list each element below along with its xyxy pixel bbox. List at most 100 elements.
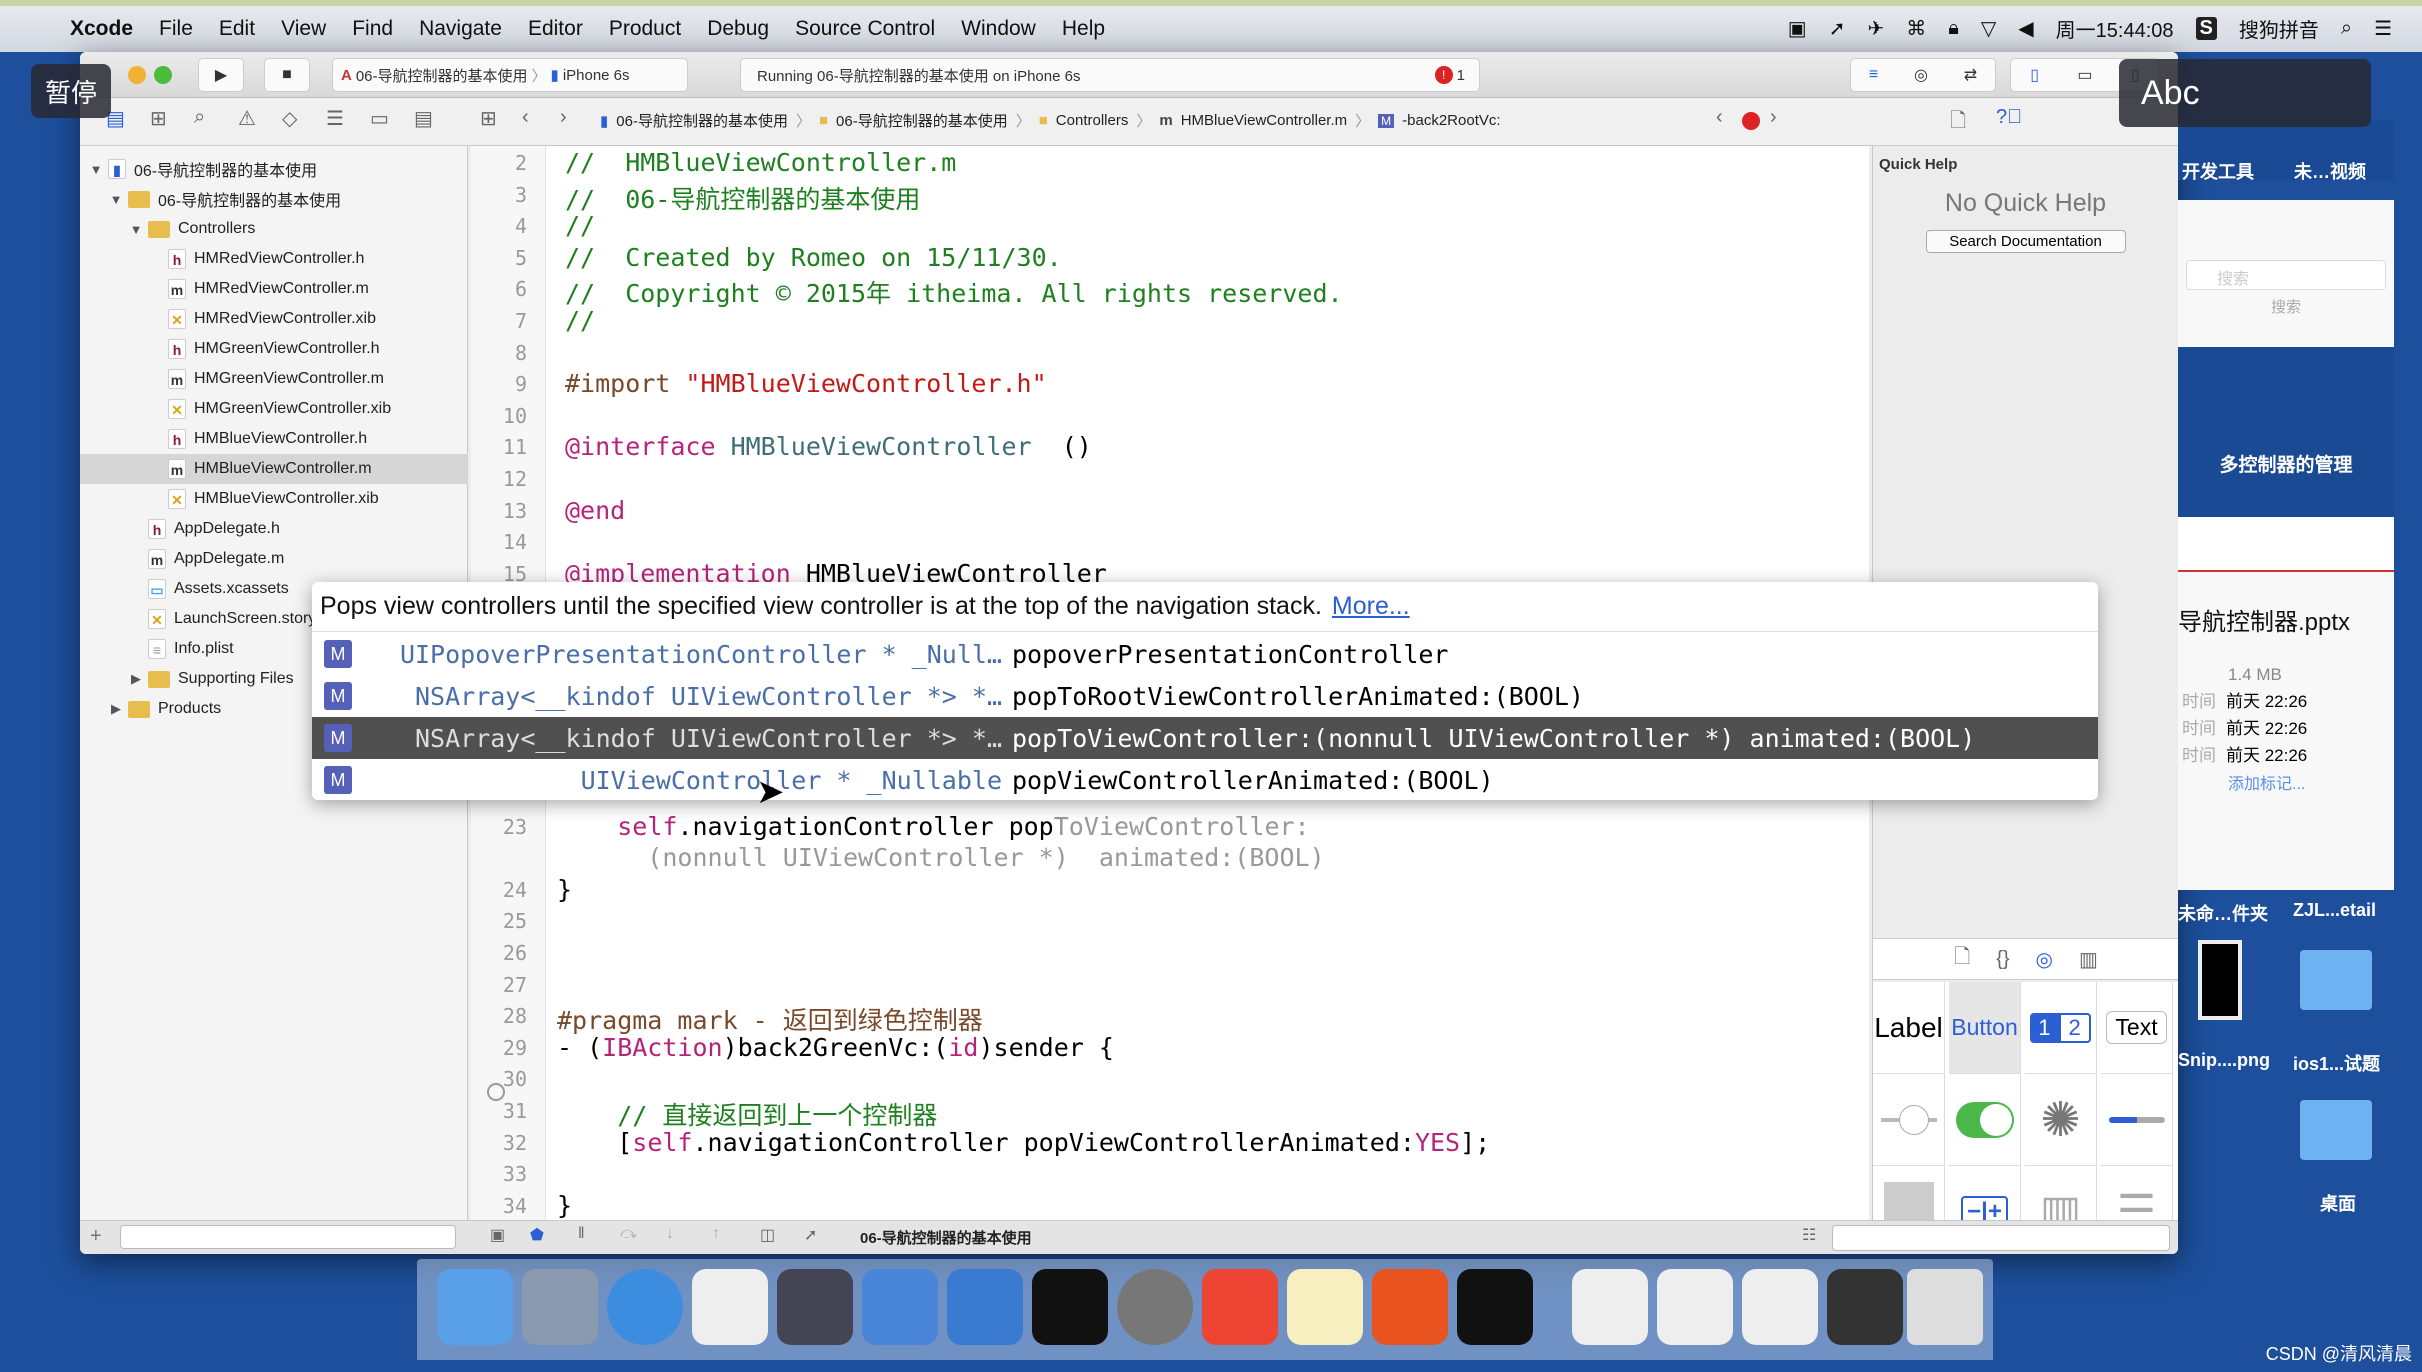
previous-issue-icon[interactable]: ‹ <box>1716 106 1723 129</box>
dock-launchpad-icon[interactable] <box>522 1269 598 1345</box>
file-template-library-icon[interactable]: 🗋︎ <box>1954 942 1970 976</box>
menu-help[interactable]: Help <box>1062 17 1105 41</box>
disclosure-open-icon[interactable]: ▼ <box>128 222 144 237</box>
find-navigator-icon[interactable]: ⌕ <box>194 106 205 129</box>
dock-trash-icon[interactable] <box>1907 1269 1983 1345</box>
menu-file[interactable]: File <box>159 17 193 41</box>
next-issue-icon[interactable]: › <box>1770 106 1777 129</box>
navigator-item[interactable]: h HMRedViewController.h <box>80 244 468 274</box>
wifi-icon[interactable]: ▽ <box>1981 16 1996 41</box>
bluetooth-icon[interactable]: ⌘ <box>1906 16 1926 41</box>
dock-xcode-icon[interactable] <box>862 1269 938 1345</box>
code-line[interactable]: - (IBAction)back2GreenVc:(id)sender { <box>557 1033 1114 1062</box>
search-documentation-button[interactable]: Search Documentation <box>1925 230 2126 253</box>
breakpoints-toggle-icon[interactable]: ⬟ <box>530 1225 544 1245</box>
media-library-icon[interactable]: ▥ <box>2079 947 2098 972</box>
navigator-item[interactable]: ▼ ▮ 06-导航控制器的基本使用 <box>80 154 468 184</box>
issue-indicator-icon[interactable] <box>1742 112 1760 130</box>
report-navigator-icon[interactable]: ▤ <box>414 106 433 131</box>
library-item-activity-indicator[interactable]: ✺ <box>2025 1074 2097 1166</box>
tag-dev-tools[interactable]: 开发工具 <box>2182 158 2254 184</box>
completion-item[interactable]: M UIViewController * _Nullable popViewCont… <box>312 759 2098 800</box>
dock-mouse-app-icon[interactable] <box>692 1269 768 1345</box>
desktop-item[interactable]: 桌面 <box>2320 1190 2356 1216</box>
step-out-icon[interactable]: ↑ <box>712 1225 720 1243</box>
dock-powerpoint-icon[interactable] <box>1372 1269 1448 1345</box>
object-library-icon[interactable]: ◎ <box>2036 947 2053 972</box>
related-items-icon[interactable]: ⊞ <box>480 106 497 131</box>
lock-icon[interactable]: 🔒︎ <box>1948 17 1959 40</box>
debug-navigator-icon[interactable]: ☰ <box>326 106 344 131</box>
navigator-filter-input[interactable] <box>120 1225 456 1249</box>
library-item-slider[interactable] <box>1873 1074 1945 1166</box>
navigator-item[interactable]: ✕ HMGreenViewController.xib <box>80 394 468 424</box>
code-line[interactable]: // Created by Romeo on 15/11/30. <box>565 243 1062 272</box>
breadcrumb-method[interactable]: -back2RootVc: <box>1402 112 1500 129</box>
navigator-item[interactable]: ▼ 06-导航控制器的基本使用 <box>80 184 468 214</box>
input-method-icon[interactable]: S <box>2195 17 2217 40</box>
navigator-item[interactable]: m AppDelegate.m <box>80 544 468 574</box>
breadcrumb-group[interactable]: 06-导航控制器的基本使用 <box>836 110 1008 131</box>
dock-safari-icon[interactable] <box>607 1269 683 1345</box>
code-line[interactable]: // HMBlueViewController.m <box>565 148 956 177</box>
library-item-progress-view[interactable] <box>2101 1074 2173 1166</box>
code-line[interactable]: // 06-导航控制器的基本使用 <box>565 180 920 216</box>
library-item-button[interactable]: Button <box>1949 982 2021 1074</box>
run-button[interactable]: ▶ <box>198 58 244 92</box>
code-line[interactable]: @interface HMBlueViewController () <box>565 432 1092 461</box>
code-line[interactable]: // 直接返回到上一个控制器 <box>557 1096 937 1132</box>
navigator-item[interactable]: h AppDelegate.h <box>80 514 468 544</box>
code-line[interactable]: self.navigationController popToViewContr… <box>557 812 1309 841</box>
code-line[interactable]: // <box>565 306 595 335</box>
disclosure-open-icon[interactable]: ▼ <box>108 192 124 207</box>
code-line[interactable]: // Copyright © 2015年 itheima. All rights… <box>565 274 1343 310</box>
code-line[interactable]: #import "HMBlueViewController.h" <box>565 369 1047 398</box>
code-line[interactable]: } <box>557 1191 572 1220</box>
completion-item[interactable]: M NSArray<__kindof UIViewController *> *…… <box>312 675 2098 717</box>
back-icon[interactable]: ‹ <box>522 106 529 129</box>
file-inspector-icon[interactable]: 🗋︎ <box>1950 106 1966 140</box>
dock-instruments-icon[interactable] <box>947 1269 1023 1345</box>
library-item-text-field[interactable]: Text <box>2101 982 2173 1074</box>
minimize-button[interactable] <box>128 66 146 84</box>
completion-item[interactable]: M UIPopoverPresentationController * _Null… <box>312 633 2098 675</box>
add-file-icon[interactable]: + <box>90 1225 102 1248</box>
navigator-item[interactable]: ✕ HMRedViewController.xib <box>80 304 468 334</box>
code-line[interactable]: } <box>557 875 572 904</box>
breadcrumb-file[interactable]: HMBlueViewController.m <box>1181 112 1347 129</box>
menu-editor[interactable]: Editor <box>528 17 583 41</box>
simulate-location-icon[interactable]: ➚ <box>804 1225 817 1245</box>
library-list-view-icon[interactable]: ☷ <box>1802 1225 1816 1245</box>
library-item-label[interactable]: Label <box>1873 982 1945 1074</box>
navigator-item[interactable]: m HMRedViewController.m <box>80 274 468 304</box>
airplane-icon[interactable]: ✈ <box>1867 16 1884 41</box>
dock-console-icon[interactable] <box>1457 1269 1533 1345</box>
code-line[interactable]: // <box>565 211 595 240</box>
dock-imovie-icon[interactable] <box>777 1269 853 1345</box>
menu-debug[interactable]: Debug <box>707 17 769 41</box>
completion-item[interactable]: M NSArray<__kindof UIViewController *> *…… <box>312 717 2098 759</box>
folder-icon[interactable] <box>2300 950 2372 1010</box>
dock-notes-icon[interactable] <box>1287 1269 1363 1345</box>
png-file-icon[interactable] <box>2198 940 2242 1020</box>
menu-source-control[interactable]: Source Control <box>795 17 935 41</box>
dock-document-icon[interactable] <box>1742 1269 1818 1345</box>
location-icon[interactable]: ➚ <box>1829 16 1846 41</box>
breakpoint-navigator-icon[interactable]: ▭ <box>370 106 389 131</box>
volume-icon[interactable]: ◀ <box>2018 16 2033 41</box>
folder-icon[interactable] <box>2300 1100 2372 1160</box>
navigator-item[interactable]: m HMBlueViewController.m <box>80 454 468 484</box>
add-tag-link[interactable]: 添加标记... <box>2228 770 2394 794</box>
dock-terminal-icon[interactable] <box>1032 1269 1108 1345</box>
menu-xcode[interactable]: Xcode <box>70 17 133 41</box>
menu-window[interactable]: Window <box>961 17 1036 41</box>
disclosure-open-icon[interactable]: ▼ <box>88 162 104 177</box>
dock-finder-icon[interactable] <box>437 1269 513 1345</box>
menu-product[interactable]: Product <box>609 17 681 41</box>
desktop-item[interactable]: ios1...试题 <box>2293 1050 2380 1076</box>
menu-navigate[interactable]: Navigate <box>419 17 502 41</box>
library-filter-input[interactable] <box>1832 1225 2170 1251</box>
disclosure-closed-icon[interactable]: ▶ <box>108 701 124 717</box>
step-over-icon[interactable]: ⤼ <box>620 1225 637 1243</box>
symbol-navigator-icon[interactable]: ⊞ <box>150 106 167 131</box>
